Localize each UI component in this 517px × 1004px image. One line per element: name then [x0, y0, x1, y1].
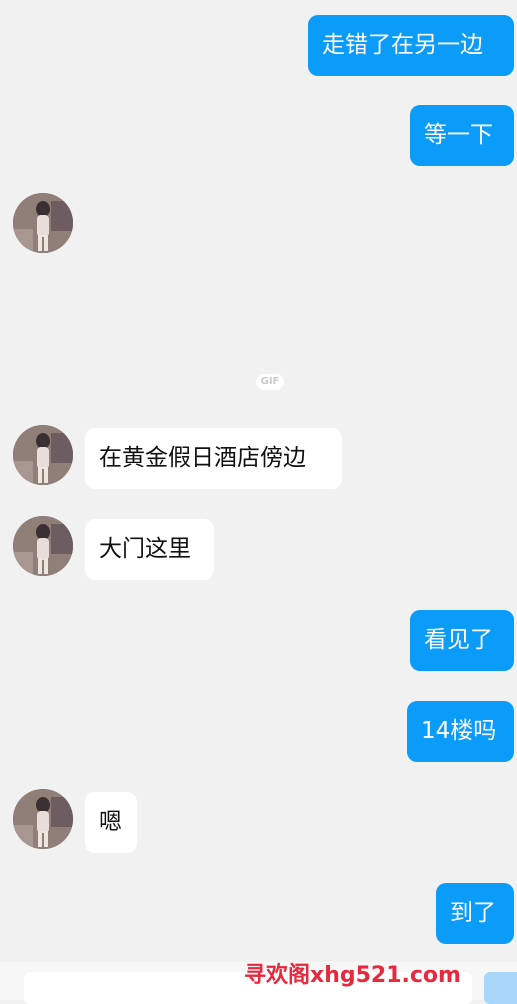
watermark: 寻欢阁xhg521.com: [244, 963, 461, 988]
outgoing-message-bubble[interactable]: 到了: [436, 883, 514, 944]
outgoing-message-bubble[interactable]: 走错了在另一边: [308, 15, 514, 76]
outgoing-message-bubble[interactable]: 等一下: [410, 105, 514, 166]
incoming-message-bubble[interactable]: 大门这里: [85, 519, 214, 580]
contact-avatar[interactable]: [13, 193, 73, 253]
avatar-photo-icon: [13, 789, 73, 849]
gif-badge: GIF: [256, 374, 284, 390]
avatar-photo-icon: [13, 516, 73, 576]
incoming-message-bubble[interactable]: 在黄金假日酒店傍边: [85, 428, 342, 489]
send-button[interactable]: [484, 972, 517, 1004]
contact-avatar[interactable]: [13, 516, 73, 576]
contact-avatar[interactable]: [13, 425, 73, 485]
chat-thread: 走错了在另一边 等一下 GIF 在黄金假日酒店傍边 大门这里 看见了 14楼吗 …: [0, 0, 517, 1000]
avatar-photo-icon: [13, 425, 73, 485]
outgoing-message-bubble[interactable]: 看见了: [410, 610, 514, 671]
outgoing-message-bubble[interactable]: 14楼吗: [407, 701, 514, 762]
incoming-message-bubble[interactable]: 嗯: [85, 792, 137, 853]
contact-avatar[interactable]: [13, 789, 73, 849]
avatar-photo-icon: [13, 193, 73, 253]
